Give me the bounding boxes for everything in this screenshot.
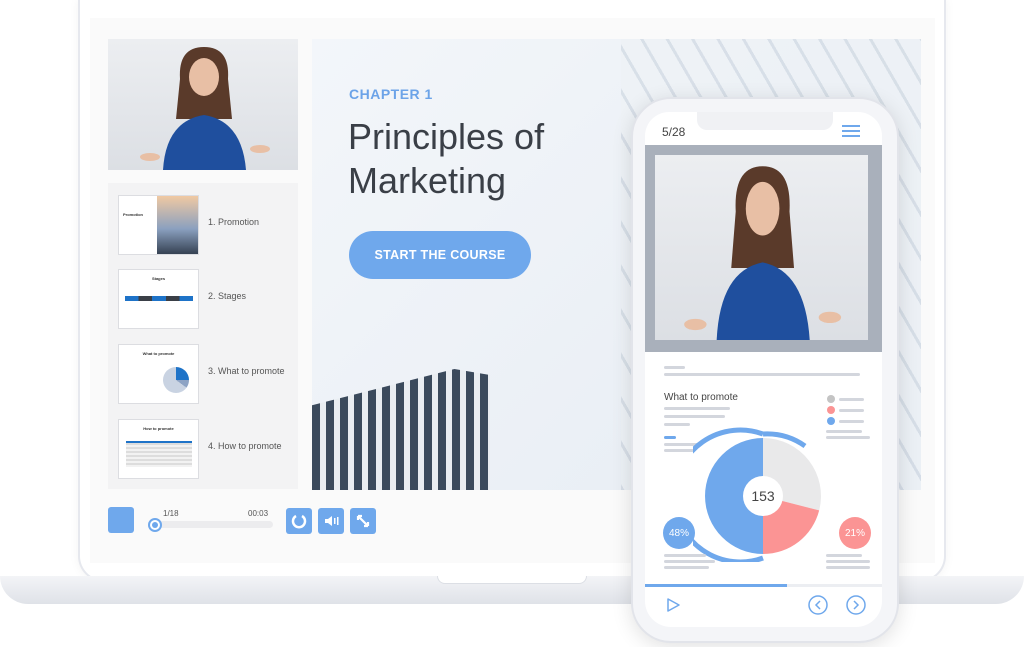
presenter-video[interactable] bbox=[108, 39, 298, 170]
phone-progress-fill bbox=[645, 584, 788, 587]
slide-list-item[interactable]: How to promote 4. How to promote bbox=[108, 419, 298, 479]
presenter-image bbox=[655, 155, 868, 340]
menu-icon[interactable] bbox=[842, 125, 860, 137]
slide-label: 4. How to promote bbox=[208, 441, 282, 451]
slide-label: 1. Promotion bbox=[208, 217, 260, 227]
course-title: Principles of Marketing bbox=[348, 116, 545, 201]
slide-list: Promotion 1. Promotion Stages 2. Stages … bbox=[108, 183, 298, 489]
presenter-image bbox=[140, 47, 270, 170]
slide-thumbnail: How to promote bbox=[118, 419, 199, 479]
fullscreen-button[interactable] bbox=[350, 508, 376, 534]
percent-badge-blue: 48% bbox=[663, 517, 695, 549]
thumbnail-title: What to promote bbox=[142, 351, 175, 356]
progress-track[interactable] bbox=[150, 521, 273, 528]
slide-list-item[interactable]: Promotion 1. Promotion bbox=[108, 195, 298, 255]
phone-notch bbox=[697, 112, 833, 130]
slide-label: 2. Stages bbox=[208, 291, 247, 301]
previous-icon[interactable] bbox=[808, 595, 828, 615]
legend-dot bbox=[827, 395, 835, 403]
replay-icon bbox=[291, 514, 307, 529]
thumbnail-title: How to promote bbox=[143, 426, 174, 431]
presenter-video[interactable] bbox=[645, 145, 882, 352]
phone-progress-track bbox=[645, 584, 882, 587]
progress-handle[interactable] bbox=[148, 518, 162, 532]
stop-button[interactable] bbox=[108, 507, 134, 533]
replay-button[interactable] bbox=[286, 508, 312, 534]
pie-chart: 153 bbox=[693, 427, 821, 562]
elapsed-time: 00:03 bbox=[248, 509, 269, 518]
slide-label: 3. What to promote bbox=[208, 366, 285, 376]
play-icon[interactable] bbox=[665, 597, 681, 613]
phone-screen: 5/28 What to promote 153 48% 21% bbox=[645, 112, 882, 627]
slide-list-item[interactable]: What to promote 3. What to promote bbox=[108, 344, 298, 404]
volume-icon bbox=[325, 516, 339, 526]
chart-title: What to promote bbox=[664, 392, 738, 403]
fullscreen-icon bbox=[356, 514, 370, 528]
legend-dot bbox=[827, 406, 835, 414]
building-image bbox=[312, 369, 490, 490]
slide-thumbnail: What to promote bbox=[118, 344, 199, 404]
slide-list-item[interactable]: Stages 2. Stages bbox=[108, 269, 298, 329]
next-icon[interactable] bbox=[846, 595, 866, 615]
chapter-label: CHAPTER 1 bbox=[349, 86, 433, 102]
slide-thumbnail: Stages bbox=[118, 269, 199, 329]
chart-center-value: 153 bbox=[751, 488, 775, 504]
percent-badge-red: 21% bbox=[839, 517, 871, 549]
start-course-button[interactable]: START THE COURSE bbox=[349, 231, 531, 279]
slide-thumbnail: Promotion bbox=[118, 195, 199, 255]
slide-counter: 1/18 bbox=[163, 509, 179, 518]
volume-button[interactable] bbox=[318, 508, 344, 534]
thumbnail-title: Promotion bbox=[123, 212, 143, 217]
page-counter: 5/28 bbox=[662, 125, 686, 139]
thumbnail-title: Stages bbox=[151, 276, 166, 281]
laptop-notch bbox=[437, 576, 587, 584]
